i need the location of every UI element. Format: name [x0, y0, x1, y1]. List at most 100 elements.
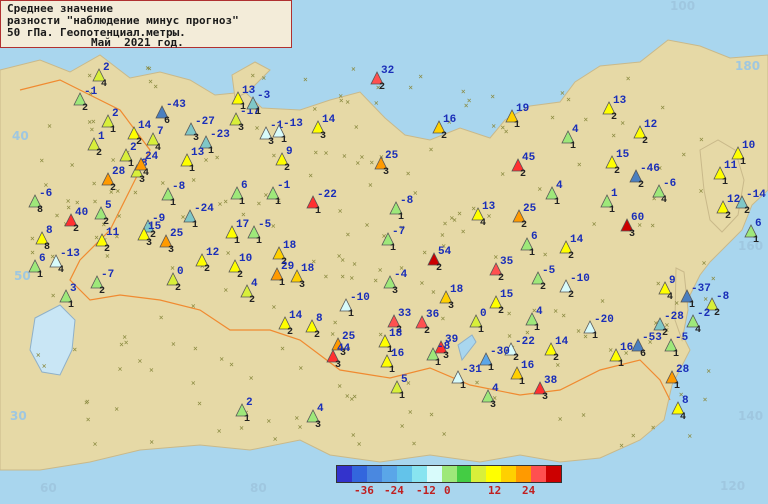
station-value: 18 — [450, 284, 464, 296]
station-value: 7 — [157, 126, 164, 138]
station-cross: × — [378, 265, 383, 274]
station-value: -1 — [84, 86, 98, 98]
station-value: 12 — [206, 247, 219, 259]
station-value: 16 — [443, 114, 456, 126]
station-value: 5 — [105, 200, 112, 212]
station-count: 2 — [513, 353, 519, 364]
station-cross: × — [558, 414, 563, 423]
station-cross: × — [298, 423, 303, 432]
station-value: 4 — [251, 278, 258, 290]
station-cross: × — [619, 441, 624, 450]
grid-label: 140 — [738, 409, 763, 423]
station-value: 2 — [246, 397, 253, 409]
station-value: -8 — [437, 341, 451, 353]
station-cross: × — [272, 151, 277, 160]
station-cross: × — [702, 259, 707, 268]
station-cross: × — [191, 379, 196, 388]
station-cross: × — [149, 438, 154, 447]
station-value: -22 — [317, 189, 337, 201]
station-cross: × — [36, 350, 41, 359]
station-value: -13 — [60, 248, 80, 260]
station-count: 1 — [192, 220, 198, 231]
station-value: 2 — [103, 62, 110, 74]
station-count: 1 — [275, 197, 281, 208]
station-count: 1 — [592, 331, 598, 342]
station-cross: × — [266, 417, 271, 426]
station-count: 2 — [99, 286, 105, 297]
station-cross: × — [191, 176, 196, 185]
station-value: 44 — [337, 343, 351, 355]
station-value: -5 — [675, 332, 689, 344]
station-cross: × — [55, 211, 60, 220]
station-cross: × — [443, 219, 448, 228]
station-cross: × — [223, 286, 228, 295]
station-value: 14 — [570, 234, 584, 246]
station-cross: × — [149, 366, 154, 375]
station-count: 1 — [399, 391, 405, 402]
station-cross: × — [117, 211, 122, 220]
station-cross: × — [365, 221, 370, 230]
station-value: -31 — [462, 364, 482, 376]
station-value: 28 — [112, 166, 126, 178]
station-cross: × — [577, 160, 582, 169]
station-value: 8 — [316, 313, 323, 325]
station-count: 1 — [722, 177, 728, 188]
station-value: -3 — [257, 90, 271, 102]
station-count: 1 — [390, 243, 396, 254]
station-count: 1 — [239, 197, 245, 208]
station-cross: × — [219, 354, 224, 363]
station-value: 9 — [669, 275, 676, 287]
station-cross: × — [660, 103, 665, 112]
station-count: 1 — [618, 359, 624, 370]
station-cross: × — [313, 148, 318, 157]
station-cross: × — [576, 326, 581, 335]
station-value: 14 — [138, 120, 152, 132]
station-value: 0 — [480, 308, 487, 320]
station-value: 11 — [106, 227, 120, 239]
station-cross: × — [626, 74, 631, 83]
station-cross: × — [153, 82, 158, 91]
station-value: 18 — [301, 263, 315, 275]
station-cross: × — [418, 72, 423, 81]
station-cross: × — [273, 434, 278, 443]
station-count: 1 — [740, 157, 746, 168]
station-cross: × — [699, 135, 704, 144]
station-value: -5 — [542, 265, 556, 277]
station-count: 1 — [244, 414, 250, 425]
station-count: 3 — [392, 286, 398, 297]
station-value: 13 — [613, 95, 627, 107]
station-value: 4 — [572, 124, 579, 136]
grid-label: 60 — [40, 481, 57, 495]
station-cross: × — [111, 156, 116, 165]
station-cross: × — [461, 87, 466, 96]
station-count: 1 — [348, 309, 354, 320]
legend-label: 12 — [488, 484, 502, 497]
grid-label: 80 — [250, 481, 267, 495]
station-value: 4 — [492, 383, 499, 395]
legend-label: -12 — [416, 484, 436, 497]
station-cross: × — [271, 222, 276, 231]
grid-label: 160 — [738, 239, 763, 253]
station-value: -7 — [101, 269, 114, 281]
legend-swatch — [337, 466, 352, 482]
station-count: 2 — [110, 183, 116, 194]
legend-swatch — [486, 466, 502, 482]
station-count: 3 — [146, 238, 152, 249]
legend-swatch — [351, 466, 367, 482]
station-count: 8 — [37, 205, 43, 216]
station-cross: × — [229, 360, 234, 369]
map-info-box: Среднее значение разности "наблюдение ми… — [0, 0, 292, 49]
station-cross: × — [272, 303, 277, 312]
station-cross: × — [592, 220, 597, 229]
station-value: 0 — [177, 266, 184, 278]
station-count: 2 — [714, 308, 720, 319]
station-count: 1 — [279, 278, 285, 289]
station-cross: × — [352, 259, 357, 268]
station-value: 11 — [724, 160, 738, 172]
station-cross: × — [354, 123, 359, 132]
station-value: 10 — [239, 253, 252, 265]
station-count: 2 — [104, 244, 110, 255]
station-value: -28 — [664, 311, 684, 323]
station-count: 1 — [609, 205, 615, 216]
legend-label: 24 — [522, 484, 536, 497]
